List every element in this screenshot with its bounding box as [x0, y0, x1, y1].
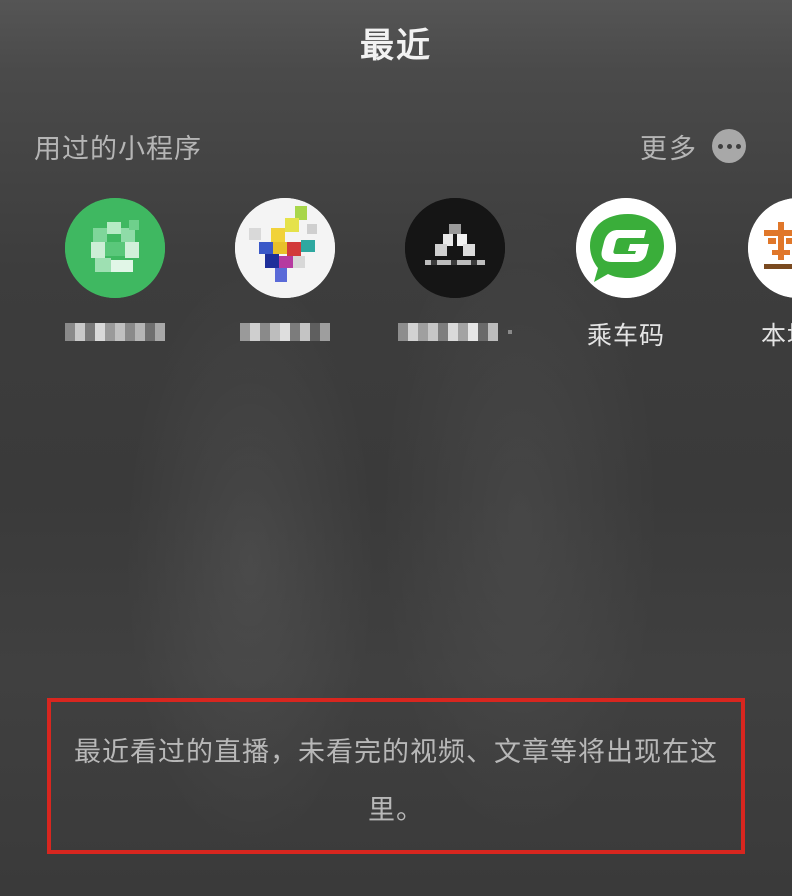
mini-program-item[interactable]: [390, 198, 520, 344]
app-name: 本地: [761, 321, 792, 350]
more-label: 更多: [640, 133, 698, 165]
section-title: 用过的小程序: [34, 133, 202, 165]
mini-programs-header: 用过的小程序 更多: [34, 126, 746, 166]
ride-code-app[interactable]: 乘车码: [561, 198, 691, 352]
ride-code-icon: [576, 198, 676, 298]
mini-programs-row: 乘车码 本地: [0, 198, 792, 358]
black-mini-program-icon: [405, 198, 505, 298]
colorful-mini-program-icon: [235, 198, 335, 298]
more-dots-icon: [712, 129, 746, 163]
green-mini-program-icon: [65, 198, 165, 298]
pixelated-app-name: [50, 320, 180, 344]
more-button[interactable]: 更多: [640, 127, 746, 166]
bendi-app[interactable]: 本地: [733, 198, 792, 352]
mini-program-item[interactable]: [220, 198, 350, 344]
empty-state-message: 最近看过的直播，未看完的视频、文章等将出现在这里。: [74, 737, 718, 826]
mini-program-item[interactable]: [50, 198, 180, 344]
pixelated-app-name: [390, 320, 520, 344]
page-title: 最近: [360, 26, 432, 66]
bendi-icon: [748, 198, 792, 298]
pixelated-app-name: [220, 320, 350, 344]
app-name: 乘车码: [586, 321, 665, 350]
